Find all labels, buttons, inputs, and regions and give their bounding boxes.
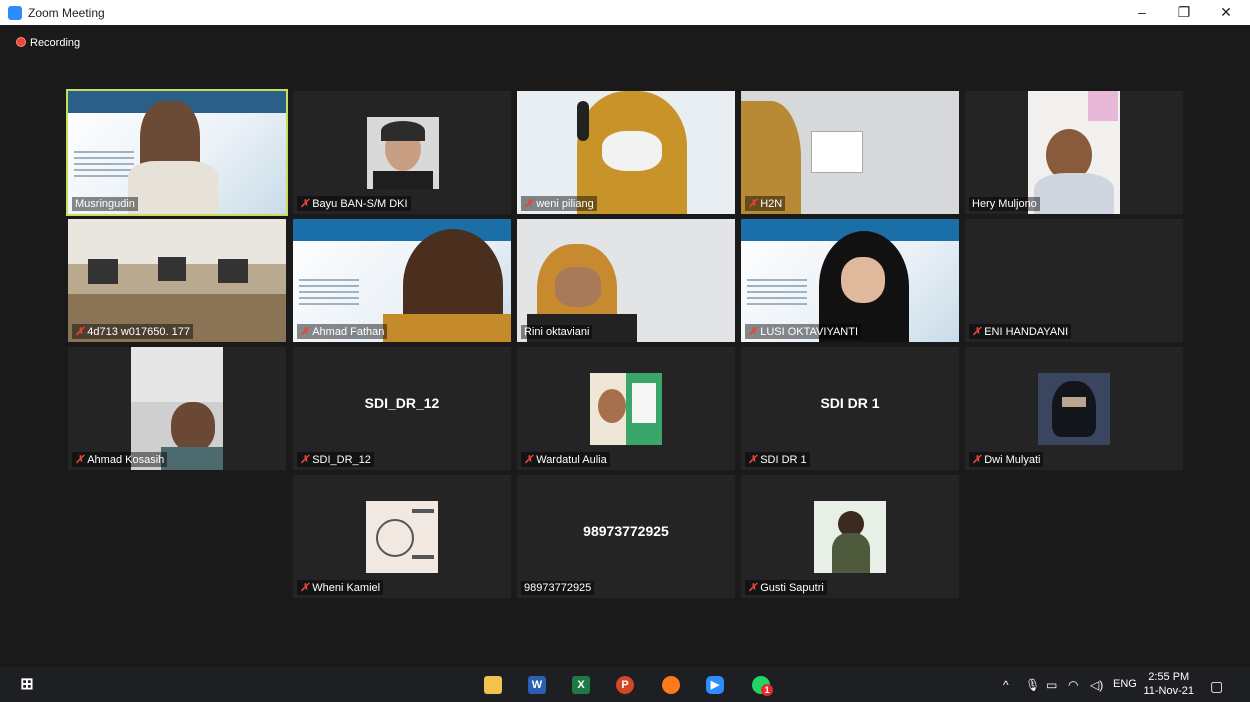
shared-slide-video bbox=[68, 91, 286, 214]
participant-name-label: ✗ 4d713 w017650. 177 bbox=[72, 324, 193, 339]
whatsapp-icon[interactable]: 1 bbox=[752, 676, 773, 696]
participant-tile[interactable]: Musringudin bbox=[66, 89, 288, 216]
close-button[interactable]: ✕ bbox=[1206, 0, 1246, 25]
microphone-icon[interactable]: 🎙 bbox=[1025, 678, 1040, 692]
participant-tile[interactable]: SDI_DR_12 ✗ SDI_DR_12 bbox=[293, 347, 511, 470]
language-indicator[interactable]: ENG bbox=[1113, 678, 1137, 690]
clock-time: 2:55 PM bbox=[1148, 671, 1190, 683]
participant-video bbox=[1028, 91, 1120, 214]
participant-name-label: ✗ SDI_DR_12 bbox=[297, 452, 374, 467]
participant-tile[interactable]: 98973772925 98973772925 bbox=[517, 475, 735, 598]
participant-photo bbox=[814, 501, 886, 573]
participant-name-label: ✗ ENI HANDAYANI bbox=[969, 324, 1072, 339]
participant-name-label: ✗ Ahmad Kosasih bbox=[72, 452, 168, 467]
participant-photo bbox=[366, 501, 438, 573]
restore-button[interactable]: ❐ bbox=[1164, 0, 1204, 25]
participant-tile[interactable]: ✗ ENI HANDAYANI bbox=[965, 219, 1183, 342]
participant-tile[interactable]: ✗ Gusti Saputri bbox=[741, 475, 959, 598]
participant-name-label: ✗ LUSI OKTAVIYANTI bbox=[745, 324, 862, 339]
windows-taskbar: ⊞ W X P ▶ 1 ^ 🎙 ▭ ◠ ◁) ENG 2:55 PM 11-No… bbox=[0, 667, 1250, 702]
participant-tile[interactable]: Rini oktaviani bbox=[517, 219, 735, 342]
participant-tile[interactable]: ✗ 4d713 w017650. 177 bbox=[68, 219, 286, 342]
participant-name-label: ✗ Wardatul Aulia bbox=[521, 452, 610, 467]
participant-video bbox=[517, 219, 735, 342]
zoom-icon[interactable]: ▶ bbox=[706, 676, 724, 694]
participant-name-label: ✗ SDI DR 1 bbox=[745, 452, 810, 467]
muted-mic-icon: ✗ bbox=[972, 326, 982, 338]
zoom-app-icon bbox=[8, 6, 22, 20]
participant-photo bbox=[590, 373, 662, 445]
muted-mic-icon: ✗ bbox=[524, 454, 534, 466]
participant-name-label: ✗ Ahmad Fathan bbox=[297, 324, 388, 339]
participant-tile[interactable]: ✗ Dwi Mulyati bbox=[965, 347, 1183, 470]
participant-name-label: Hery Muljono bbox=[969, 197, 1040, 211]
participant-name-label: ✗ Gusti Saputri bbox=[745, 580, 827, 595]
participant-tile[interactable]: ✗ LUSI OKTAVIYANTI bbox=[741, 219, 959, 342]
participant-tile[interactable]: ✗ Wheni Kamiel bbox=[293, 475, 511, 598]
participant-name-label: ✗ H2N bbox=[745, 196, 786, 211]
notification-center-icon[interactable]: ▢ bbox=[1210, 678, 1223, 695]
muted-mic-icon: ✗ bbox=[748, 582, 758, 594]
participant-name-label: ✗ Dwi Mulyati bbox=[969, 452, 1044, 467]
muted-mic-icon: ✗ bbox=[300, 326, 310, 338]
participant-name-label: Musringudin bbox=[72, 197, 138, 211]
participant-photo bbox=[367, 117, 439, 189]
participant-tile[interactable]: Hery Muljono bbox=[965, 91, 1183, 214]
participant-display-name: 98973772925 bbox=[583, 523, 669, 539]
muted-mic-icon: ✗ bbox=[748, 454, 758, 466]
tray-chevron-icon[interactable]: ^ bbox=[1003, 678, 1009, 692]
file-explorer-icon[interactable] bbox=[484, 676, 502, 694]
word-icon[interactable]: W bbox=[528, 676, 546, 694]
muted-mic-icon: ✗ bbox=[972, 454, 982, 466]
participant-name-label: Rini oktaviani bbox=[521, 325, 593, 339]
muted-mic-icon: ✗ bbox=[300, 198, 310, 210]
participant-photo bbox=[1038, 373, 1110, 445]
participant-display-name: SDI DR 1 bbox=[820, 395, 880, 411]
recording-indicator[interactable]: Recording bbox=[16, 37, 80, 49]
window-title: Zoom Meeting bbox=[28, 6, 105, 20]
participant-display-name: SDI_DR_12 bbox=[364, 395, 440, 411]
participant-tile[interactable]: ✗ Bayu BAN-S/M DKI bbox=[293, 91, 511, 214]
muted-mic-icon: ✗ bbox=[300, 582, 310, 594]
volume-icon[interactable]: ◁) bbox=[1090, 678, 1103, 692]
muted-mic-icon: ✗ bbox=[300, 454, 310, 466]
participant-name-label: 98973772925 bbox=[521, 581, 595, 595]
participant-tile[interactable]: ✗ Wardatul Aulia bbox=[517, 347, 735, 470]
participant-tile[interactable]: ✗ Ahmad Fathan bbox=[293, 219, 511, 342]
system-clock[interactable]: 2:55 PM 11-Nov-21 bbox=[1143, 670, 1194, 698]
participant-tile[interactable]: ✗ H2N bbox=[741, 91, 959, 214]
muted-mic-icon: ✗ bbox=[748, 326, 758, 338]
participant-name-label: ✗ Bayu BAN-S/M DKI bbox=[297, 196, 411, 211]
gallery-view: Recording Musringudin ✗ Bayu BAN-S/M DKI … bbox=[6, 25, 1244, 663]
recording-label: Recording bbox=[30, 37, 81, 49]
windows-start-icon[interactable]: ⊞ bbox=[18, 676, 36, 694]
participant-tile[interactable]: SDI DR 1 ✗ SDI DR 1 bbox=[741, 347, 959, 470]
clock-date: 11-Nov-21 bbox=[1143, 685, 1194, 697]
wifi-icon[interactable]: ◠ bbox=[1068, 678, 1078, 692]
muted-mic-icon: ✗ bbox=[524, 198, 534, 210]
excel-icon[interactable]: X bbox=[572, 676, 590, 694]
notification-badge: 1 bbox=[761, 684, 773, 696]
participant-tile[interactable]: ✗ weni piliang bbox=[517, 91, 735, 214]
muted-mic-icon: ✗ bbox=[748, 198, 758, 210]
participant-name-label: ✗ Wheni Kamiel bbox=[297, 580, 384, 595]
battery-icon[interactable]: ▭ bbox=[1046, 678, 1057, 692]
firefox-icon[interactable] bbox=[662, 676, 680, 694]
participant-name-label: ✗ weni piliang bbox=[521, 196, 597, 211]
recording-dot-icon bbox=[16, 37, 26, 47]
window-title-bar: Zoom Meeting – ❐ ✕ bbox=[0, 0, 1250, 25]
muted-mic-icon: ✗ bbox=[75, 454, 85, 466]
participant-tile[interactable]: ✗ Ahmad Kosasih bbox=[68, 347, 286, 470]
powerpoint-icon[interactable]: P bbox=[616, 676, 634, 694]
minimize-button[interactable]: – bbox=[1122, 0, 1162, 25]
muted-mic-icon: ✗ bbox=[75, 326, 85, 338]
